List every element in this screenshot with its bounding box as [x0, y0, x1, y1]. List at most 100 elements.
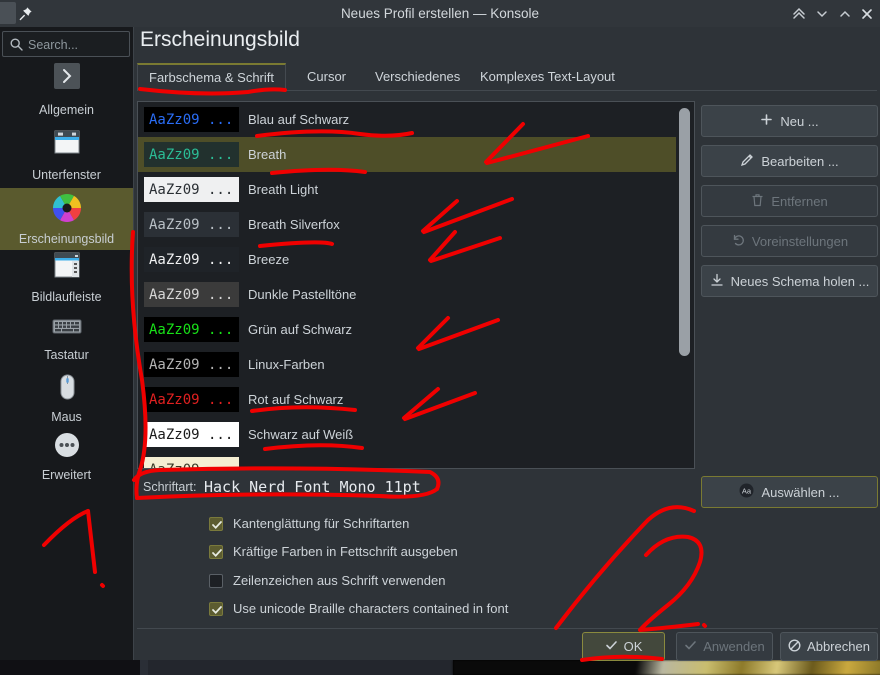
checkbox-label: Zeilenzeichen aus Schrift verwenden: [233, 573, 446, 588]
scheme-preview-swatch: AaZz09 ...: [144, 457, 239, 468]
list-scrollbar-thumb[interactable]: [679, 108, 690, 356]
sidebar-item-unterfenster[interactable]: Unterfenster: [0, 128, 133, 193]
edit-scheme-button[interactable]: Bearbeiten ...: [701, 145, 878, 177]
sidebar-item-maus[interactable]: Maus: [0, 372, 133, 430]
get-new-scheme-button[interactable]: Neues Schema holen ...: [701, 265, 878, 297]
font-aa-icon: Aa: [739, 483, 754, 501]
font-label: Schriftart:: [143, 480, 197, 494]
sidebar-item-label: Erscheinungsbild: [18, 232, 115, 246]
checkbox-box: [209, 602, 223, 616]
desktop-panel-mid: [148, 660, 453, 675]
sidebar-item-tastatur[interactable]: Tastatur: [0, 314, 133, 374]
cancel-icon: [788, 638, 801, 655]
scheme-row[interactable]: AaZz09 ... Breath: [138, 137, 678, 172]
scheme-row[interactable]: AaZz09 ... Blau auf Schwarz: [138, 102, 678, 137]
button-label: Auswählen ...: [761, 484, 840, 500]
tab-verschiedenes[interactable]: Verschiedenes: [364, 63, 471, 91]
sidebar-item-label: Erweitert: [41, 468, 92, 482]
tab-label: Verschiedenes: [375, 69, 461, 84]
scheme-preview-swatch: AaZz09 ...: [144, 282, 239, 307]
search-placeholder: Search...: [28, 38, 79, 52]
sidebar-divider: [133, 27, 134, 660]
font-value: Hack Nerd Font Mono 11pt: [204, 478, 421, 496]
scheme-row[interactable]: AaZz09 ...: [138, 452, 678, 468]
scheme-preview-swatch: AaZz09 ...: [144, 142, 239, 167]
desktop-panel-divider: [140, 660, 148, 675]
apply-button: Anwenden: [676, 632, 773, 661]
button-label: Neu ...: [780, 113, 819, 129]
sidebar-item-erscheinungsbild[interactable]: Erscheinungsbild: [0, 188, 133, 250]
scheme-preview-swatch: AaZz09 ...: [144, 422, 239, 447]
select-font-button[interactable]: Aa Auswählen ...: [701, 476, 878, 508]
window-title: Neues Profil erstellen — Konsole: [340, 6, 540, 21]
scheme-row[interactable]: AaZz09 ... Grün auf Schwarz: [138, 312, 678, 347]
scheme-preview-swatch: AaZz09 ...: [144, 317, 239, 342]
scheme-preview-swatch: AaZz09 ...: [144, 387, 239, 412]
scheme-preview-swatch: AaZz09 ...: [144, 212, 239, 237]
undo-icon: [731, 233, 745, 250]
close-icon[interactable]: [857, 4, 877, 24]
tab-cursor[interactable]: Cursor: [296, 63, 357, 91]
remove-scheme-button: Entfernen: [701, 185, 878, 217]
checkbox-label: Use unicode Braille characters contained…: [233, 601, 509, 616]
desktop-wallpaper: [453, 660, 880, 675]
button-label: Abbrechen: [807, 639, 870, 654]
plus-icon: [760, 113, 773, 129]
tab-label: Komplexes Text-Layout: [480, 69, 615, 84]
scheme-row-label: Schwarz auf Weiß: [248, 427, 354, 442]
cancel-button[interactable]: Abbrechen: [780, 632, 878, 661]
button-label: Bearbeiten ...: [761, 153, 839, 169]
scheme-row[interactable]: AaZz09 ... Rot auf Schwarz: [138, 382, 678, 417]
button-label: Anwenden: [703, 639, 765, 654]
keep-above-icon[interactable]: [789, 4, 809, 24]
button-label: Voreinstellungen: [751, 233, 849, 249]
search-input[interactable]: Search...: [2, 31, 130, 57]
scheme-row-label: Breath: [248, 147, 287, 162]
scheme-row-label: Dunkle Pastelltöne: [248, 287, 357, 302]
button-label: Neues Schema holen ...: [730, 273, 870, 289]
color-wheel-icon: [0, 188, 133, 229]
check-icon: [684, 639, 697, 655]
scheme-preview-swatch: AaZz09 ...: [144, 352, 239, 377]
scheme-row-label: Rot auf Schwarz: [248, 392, 344, 407]
defaults-button: Voreinstellungen: [701, 225, 878, 257]
scheme-row[interactable]: AaZz09 ... Schwarz auf Weiß: [138, 417, 678, 452]
scheme-row[interactable]: AaZz09 ... Breath Silverfox: [138, 207, 678, 242]
checkbox-box: [209, 574, 223, 588]
window-tabs-icon: [0, 128, 133, 165]
trash-icon: [751, 193, 764, 210]
keyboard-icon: [0, 314, 133, 345]
sidebar-item-erweitert[interactable]: Erweitert: [0, 430, 133, 488]
scheme-row[interactable]: AaZz09 ... Dunkle Pastelltöne: [138, 277, 678, 312]
sidebar-item-allgemein[interactable]: Allgemein: [0, 61, 133, 126]
ok-button[interactable]: OK: [582, 632, 665, 661]
sidebar-item-label: Allgemein: [39, 103, 94, 117]
color-scheme-list[interactable]: AaZz09 ... Blau auf Schwarz AaZz09 ... Brea…: [137, 101, 695, 469]
ellipsis-circle-icon: [0, 430, 133, 465]
sidebar-item-label: Maus: [51, 410, 82, 424]
titlebar[interactable]: Neues Profil erstellen — Konsole: [0, 0, 880, 27]
scheme-row-label: Breath Light: [248, 182, 319, 197]
sidebar-item-label: Tastatur: [44, 348, 89, 362]
search-icon: [9, 37, 24, 52]
scheme-row[interactable]: AaZz09 ... Linux-Farben: [138, 347, 678, 382]
checkbox-label: Kräftige Farben in Fettschrift ausgeben: [233, 544, 458, 559]
tab-label: Farbschema & Schrift: [149, 70, 274, 85]
download-icon: [710, 273, 724, 290]
sidebar-item-bildlaufleiste[interactable]: Bildlaufleiste: [0, 250, 133, 314]
maximize-icon[interactable]: [835, 4, 855, 24]
checkbox-box: [209, 517, 223, 531]
new-scheme-button[interactable]: Neu ...: [701, 105, 878, 137]
dialog-root: Neues Profil erstellen — Konsole Search.…: [0, 0, 880, 675]
scheme-row[interactable]: AaZz09 ... Breeze: [138, 242, 678, 277]
scheme-preview-swatch: AaZz09 ...: [144, 177, 239, 202]
scheme-row-label: Breeze: [248, 252, 290, 267]
tab-farbschema-schrift[interactable]: Farbschema & Schrift: [137, 63, 286, 91]
scheme-row[interactable]: AaZz09 ... Breath Light: [138, 172, 678, 207]
mouse-icon: [0, 372, 133, 407]
minimize-icon[interactable]: [812, 4, 832, 24]
tab-komplexes-text-layout[interactable]: Komplexes Text-Layout: [469, 63, 626, 91]
desktop-background-strip: [0, 660, 880, 675]
tab-label: Cursor: [307, 69, 347, 84]
scheme-preview-swatch: AaZz09 ...: [144, 247, 239, 272]
